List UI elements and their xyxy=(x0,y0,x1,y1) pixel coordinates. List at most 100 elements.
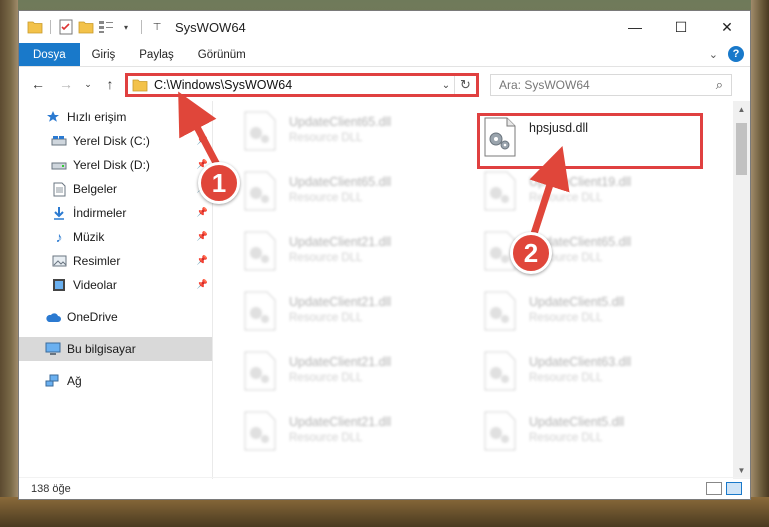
callout-step-2: 2 xyxy=(510,232,552,274)
maximize-button[interactable]: ☐ xyxy=(658,11,704,43)
details-view-icon[interactable] xyxy=(706,482,722,495)
background-forest-right xyxy=(751,0,769,527)
sidebar-item-disk-d[interactable]: Yerel Disk (D:) 📌 xyxy=(19,153,212,177)
file-name: UpdateClient65.dll xyxy=(289,115,392,129)
folder-icon xyxy=(27,19,43,35)
forward-button[interactable]: → xyxy=(55,73,77,95)
status-bar: 138 öğe xyxy=(19,477,750,499)
onedrive-icon xyxy=(45,309,61,325)
sidebar-item-label: Bu bilgisayar xyxy=(67,342,136,356)
sidebar-item-label: Hızlı erişim xyxy=(67,110,127,124)
sidebar-item-label: Resimler xyxy=(73,254,121,268)
sidebar-item-label: Yerel Disk (D:) xyxy=(73,158,150,172)
file-name: UpdateClient5.dll xyxy=(529,295,625,309)
tab-file[interactable]: Dosya xyxy=(19,43,80,66)
new-folder-icon[interactable] xyxy=(78,19,94,35)
properties-icon[interactable] xyxy=(58,19,74,35)
sidebar-item-documents[interactable]: Belgeler 📌 xyxy=(19,177,212,201)
dll-file-icon xyxy=(483,291,521,335)
file-item[interactable]: UpdateClient19.dll Resource DLL xyxy=(483,171,703,225)
folder-icon xyxy=(132,78,148,92)
help-icon[interactable]: ? xyxy=(728,46,744,62)
qat-separator-2 xyxy=(141,20,142,34)
file-name: UpdateClient63.dll xyxy=(529,355,632,369)
dll-file-icon xyxy=(243,291,281,335)
vertical-scrollbar[interactable]: ▲ ▼ xyxy=(733,101,750,479)
sidebar-item-quick-access[interactable]: Hızlı erişim xyxy=(19,105,212,129)
dll-file-icon xyxy=(483,351,521,395)
close-button[interactable]: ✕ xyxy=(704,11,750,43)
explorer-body: Hızlı erişim Yerel Disk (C:) 📌 Yerel Dis… xyxy=(19,101,750,479)
file-item[interactable]: UpdateClient65.dll Resource DLL xyxy=(243,111,463,165)
tab-home[interactable]: Giriş xyxy=(80,43,128,66)
background-forest-bottom xyxy=(0,497,769,527)
sidebar-item-label: OneDrive xyxy=(67,310,118,324)
file-name: hpsjusd.dll xyxy=(529,121,589,135)
star-icon xyxy=(45,109,61,125)
address-dropdown-icon[interactable]: ⌄ xyxy=(438,80,454,91)
file-item[interactable]: UpdateClient5.dll Resource DLL xyxy=(483,291,703,345)
sidebar-item-disk-c[interactable]: Yerel Disk (C:) 📌 xyxy=(19,129,212,153)
file-item[interactable]: UpdateClient63.dll Resource DLL xyxy=(483,351,703,405)
search-box[interactable]: Ara: SysWOW64 ⌕ xyxy=(490,74,732,96)
customize-qat-icon[interactable]: ⊤ xyxy=(149,19,165,35)
tab-share[interactable]: Paylaş xyxy=(127,43,186,66)
dll-file-icon xyxy=(243,171,281,215)
back-button[interactable]: ← xyxy=(27,73,49,95)
scroll-up-icon[interactable]: ▲ xyxy=(733,101,750,118)
file-item[interactable]: UpdateClient21.dll Resource DLL xyxy=(243,231,463,285)
dll-file-icon xyxy=(483,117,521,161)
minimize-button[interactable]: — xyxy=(612,11,658,43)
address-bar[interactable]: C:\Windows\SysWOW64 ⌄ ↻ xyxy=(125,73,479,97)
search-placeholder[interactable]: Ara: SysWOW64 xyxy=(499,78,590,92)
sidebar-item-label: İndirmeler xyxy=(73,206,127,220)
tab-view[interactable]: Görünüm xyxy=(186,43,258,66)
music-icon: ♪ xyxy=(55,229,63,245)
address-path[interactable]: C:\Windows\SysWOW64 xyxy=(154,78,438,92)
sidebar-item-this-pc[interactable]: Bu bilgisayar xyxy=(19,337,212,361)
pin-icon: 📌 xyxy=(196,135,208,145)
pin-icon: 📌 xyxy=(196,255,208,265)
dll-file-icon xyxy=(483,411,521,455)
view-toggles xyxy=(706,482,742,495)
sidebar-item-downloads[interactable]: İndirmeler 📌 xyxy=(19,201,212,225)
search-icon[interactable]: ⌕ xyxy=(716,77,723,93)
sidebar-item-pictures[interactable]: Resimler 📌 xyxy=(19,249,212,273)
file-type: Resource DLL xyxy=(529,192,603,204)
sidebar-item-label: Videolar xyxy=(73,278,117,292)
expand-ribbon-icon[interactable]: ⌄ xyxy=(709,48,718,61)
refresh-icon[interactable]: ↻ xyxy=(454,76,476,94)
dropdown-arrow-icon[interactable]: ▾ xyxy=(118,19,134,35)
file-item-hpsjusd[interactable]: hpsjusd.dll xyxy=(483,117,703,171)
file-item[interactable]: UpdateClient21.dll Resource DLL xyxy=(243,411,463,465)
sidebar-item-videos[interactable]: Videolar 📌 xyxy=(19,273,212,297)
file-name: UpdateClient5.dll xyxy=(529,415,625,429)
file-type: Resource DLL xyxy=(529,312,603,324)
file-type: Resource DLL xyxy=(289,192,363,204)
sidebar-item-network[interactable]: Ağ xyxy=(19,369,212,393)
explorer-window: ▾ ⊤ SysWOW64 — ☐ ✕ Dosya Giriş Paylaş Gö… xyxy=(18,10,751,500)
pictures-icon xyxy=(51,253,67,269)
sidebar-item-onedrive[interactable]: OneDrive xyxy=(19,305,212,329)
sidebar-item-label: Belgeler xyxy=(73,182,118,196)
sidebar-item-music[interactable]: ♪ Müzik 📌 xyxy=(19,225,212,249)
file-item[interactable]: UpdateClient21.dll Resource DLL xyxy=(243,351,463,405)
scrollbar-thumb[interactable] xyxy=(736,123,747,175)
dll-file-icon xyxy=(483,171,521,215)
file-name: UpdateClient21.dll xyxy=(289,295,392,309)
drive-icon xyxy=(51,133,67,149)
ribbon-tabs: Dosya Giriş Paylaş Görünüm ⌄ ? xyxy=(19,43,750,67)
up-button[interactable]: ↑ xyxy=(99,73,121,95)
window-controls: — ☐ ✕ xyxy=(612,11,750,43)
file-item[interactable]: UpdateClient5.dll Resource DLL xyxy=(483,411,703,465)
network-icon xyxy=(45,373,61,389)
quick-access-toolbar: ▾ ⊤ xyxy=(19,19,165,35)
recent-locations-button[interactable]: ⌄ xyxy=(77,73,99,95)
file-name: UpdateClient65.dll xyxy=(289,175,392,189)
file-name: UpdateClient21.dll xyxy=(289,235,392,249)
file-name: UpdateClient21.dll xyxy=(289,355,392,369)
view-options-icon[interactable] xyxy=(98,19,114,35)
tiles-view-icon[interactable] xyxy=(726,482,742,495)
file-item[interactable]: UpdateClient65.dll Resource DLL xyxy=(243,171,463,225)
file-item[interactable]: UpdateClient21.dll Resource DLL xyxy=(243,291,463,345)
